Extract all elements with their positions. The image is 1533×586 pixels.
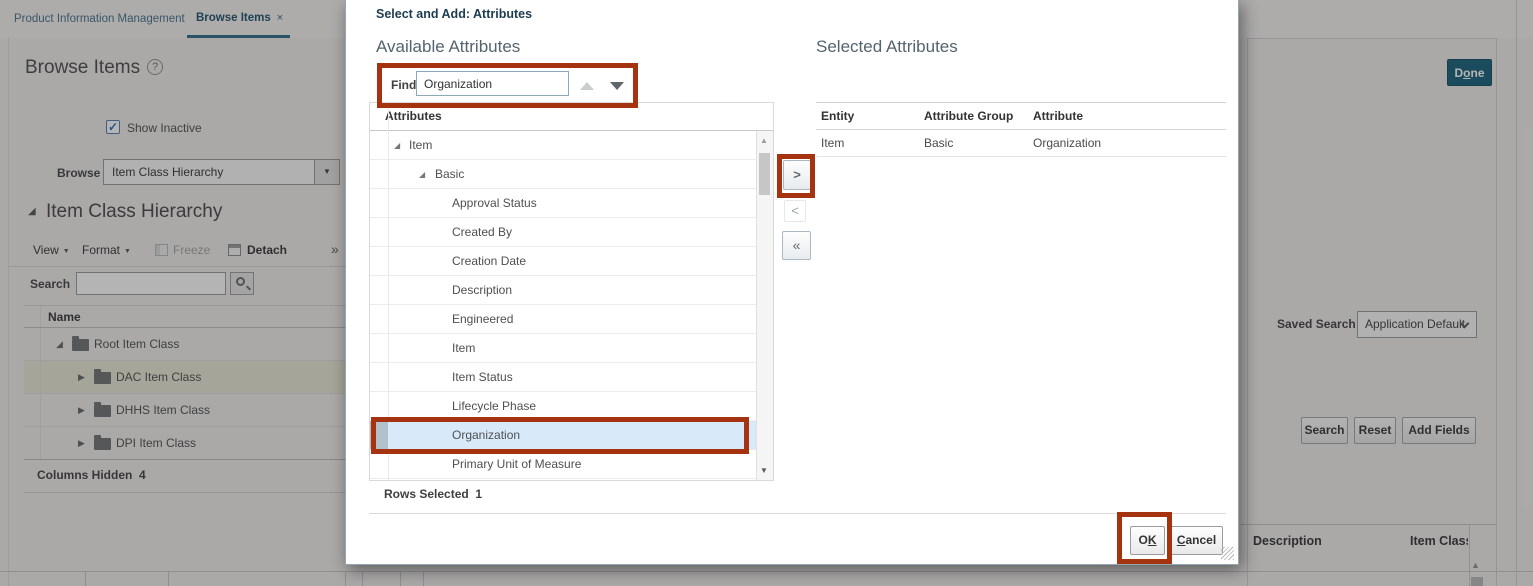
attributes-scrollbar[interactable]: ▲ ▼ [756, 131, 773, 480]
attribute-row-item[interactable]: ◢Item [370, 131, 773, 160]
available-attributes-heading: Available Attributes [376, 37, 520, 57]
expanded-caret-icon[interactable]: ◢ [394, 131, 400, 160]
attribute-row-basic[interactable]: ◢Basic [370, 160, 773, 189]
expanded-caret-icon[interactable]: ◢ [419, 160, 425, 189]
attribute-row-description[interactable]: Description [370, 276, 773, 305]
scrollbar-down-icon[interactable]: ▼ [760, 466, 768, 475]
highlight-ok-button [1117, 512, 1172, 564]
highlight-find-field [377, 63, 638, 108]
attribute-group-column-header[interactable]: Attribute Group [924, 103, 1013, 130]
rows-selected-status: Rows Selected 1 [384, 487, 482, 501]
selected-attributes-table: Entity Attribute Group Attribute Item Ba… [816, 102, 1226, 157]
selected-table-header: Entity Attribute Group Attribute [816, 103, 1226, 130]
attribute-row-creation-date[interactable]: Creation Date [370, 247, 773, 276]
attribute-row-created-by[interactable]: Created By [370, 218, 773, 247]
cancel-button[interactable]: Cancel [1170, 526, 1223, 555]
dialog-title: Select and Add: Attributes [376, 7, 532, 21]
remove-all-button[interactable]: « [782, 231, 811, 260]
attribute-column-header[interactable]: Attribute [1033, 103, 1083, 130]
selected-attributes-heading: Selected Attributes [816, 37, 958, 57]
attribute-row-item-status[interactable]: Item Status [370, 363, 773, 392]
application-window: Product Information Management Browse It… [0, 0, 1533, 586]
attribute-row-approval-status[interactable]: Approval Status [370, 189, 773, 218]
scrollbar-up-icon[interactable]: ▲ [760, 136, 768, 145]
attribute-row-engineered[interactable]: Engineered [370, 305, 773, 334]
footer-divider [369, 513, 1226, 514]
selected-table-row[interactable]: Item Basic Organization [816, 130, 1226, 157]
resize-grip[interactable] [1221, 547, 1234, 560]
remove-selected-button[interactable]: < [784, 200, 806, 222]
highlight-move-button [777, 154, 815, 198]
attribute-row-item[interactable]: Item [370, 334, 773, 363]
highlight-organization-row [371, 417, 749, 454]
entity-column-header[interactable]: Entity [821, 103, 854, 130]
scrollbar-thumb[interactable] [759, 153, 770, 195]
attribute-row-primary-unit-of-measure[interactable]: Primary Unit of Measure [370, 450, 773, 479]
